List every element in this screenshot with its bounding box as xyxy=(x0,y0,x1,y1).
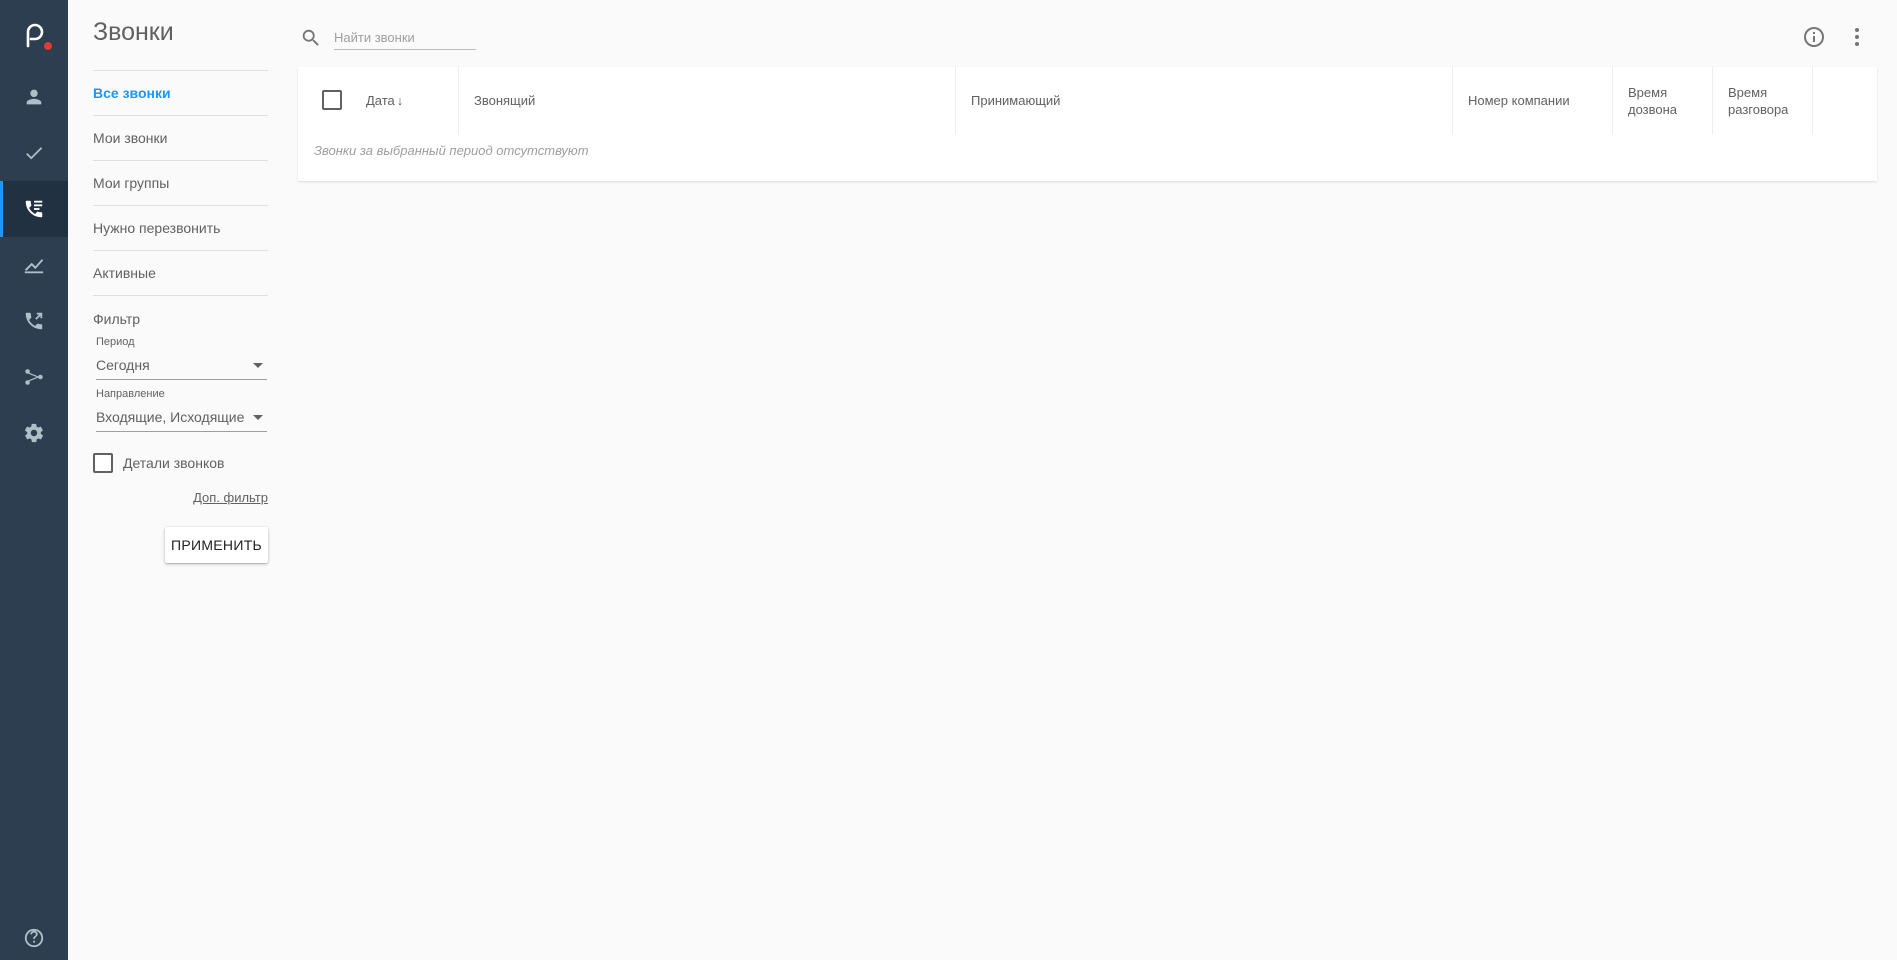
rail-item-tasks[interactable] xyxy=(0,125,68,181)
search-input[interactable] xyxy=(334,26,476,50)
column-receiver-label: Принимающий xyxy=(971,93,1061,108)
chevron-down-icon xyxy=(253,363,263,368)
rail-item-telephony[interactable] xyxy=(0,293,68,349)
help-icon xyxy=(24,928,44,948)
column-talk-time[interactable]: Время разговора xyxy=(1713,67,1813,134)
logo-dot xyxy=(44,42,52,50)
rail-item-integrations[interactable] xyxy=(0,349,68,405)
direction-label: Направление xyxy=(96,388,165,400)
column-date-label: Дата xyxy=(366,93,395,108)
column-receiver[interactable]: Принимающий xyxy=(956,67,1453,134)
rail-item-contacts[interactable] xyxy=(0,69,68,125)
table-header: Дата ↓ Звонящий Принимающий Номер компан… xyxy=(298,67,1877,134)
column-company-number-label: Номер компании xyxy=(1468,93,1570,108)
filter-title: Фильтр xyxy=(93,311,141,327)
rail-item-settings[interactable] xyxy=(0,405,68,461)
direction-select[interactable]: Входящие, Исходящие xyxy=(96,406,267,432)
call-details-label: Детали звонков xyxy=(123,455,225,471)
nav-item-my-groups[interactable]: Мои группы xyxy=(93,161,268,206)
period-value: Сегодня xyxy=(96,357,150,373)
apply-button[interactable]: ПРИМЕНИТЬ xyxy=(165,527,268,563)
extra-filter-link[interactable]: Доп. фильтр xyxy=(193,490,268,505)
column-dial-time[interactable]: Время дозвона xyxy=(1613,67,1713,134)
page-title: Звонки xyxy=(93,18,174,46)
checkmark-icon xyxy=(26,147,43,160)
more-vertical-icon xyxy=(1855,28,1859,46)
gear-icon xyxy=(24,423,44,443)
call-details-checkbox[interactable] xyxy=(93,453,113,473)
phone-forward-icon xyxy=(25,312,43,330)
search-icon xyxy=(302,29,319,46)
rail-item-help[interactable] xyxy=(0,910,68,960)
app-rail xyxy=(0,0,68,960)
logo-icon xyxy=(26,23,44,48)
nav-item-my-calls[interactable]: Мои звонки xyxy=(93,116,268,161)
nav-item-callback[interactable]: Нужно перезвонить xyxy=(93,206,268,251)
chevron-down-icon xyxy=(253,415,263,420)
search-bar xyxy=(300,26,476,50)
person-icon xyxy=(26,89,42,105)
column-caller[interactable]: Звонящий xyxy=(459,67,956,134)
rail-item-analytics[interactable] xyxy=(0,237,68,293)
select-all-checkbox[interactable] xyxy=(322,90,342,110)
rail-item-calls[interactable] xyxy=(0,181,68,237)
empty-table-message: Звонки за выбранный период отсутствуют xyxy=(314,143,589,158)
sort-down-icon: ↓ xyxy=(396,93,404,108)
calls-table: Дата ↓ Звонящий Принимающий Номер компан… xyxy=(298,67,1877,181)
column-company-number[interactable]: Номер компании xyxy=(1453,67,1613,134)
info-button[interactable] xyxy=(1801,24,1827,50)
column-dial-time-label: Время дозвона xyxy=(1628,84,1678,117)
period-label: Период xyxy=(96,336,135,348)
period-select[interactable]: Сегодня xyxy=(96,354,267,380)
flow-icon xyxy=(25,369,43,385)
nav-item-all-calls[interactable]: Все звонки xyxy=(93,71,268,116)
info-icon xyxy=(1804,27,1824,47)
nav-item-active[interactable]: Активные xyxy=(93,251,268,296)
direction-value: Входящие, Исходящие xyxy=(96,409,245,425)
column-talk-time-label: Время разговора xyxy=(1728,84,1789,117)
call-list-icon xyxy=(25,200,43,218)
column-caller-label: Звонящий xyxy=(474,93,536,108)
more-menu-button[interactable] xyxy=(1844,24,1870,50)
line-chart-icon xyxy=(24,259,44,274)
call-details-option: Детали звонков xyxy=(93,453,224,473)
app-logo[interactable] xyxy=(0,0,68,68)
calls-nav: Все звонки Мои звонки Мои группы Нужно п… xyxy=(93,70,268,296)
